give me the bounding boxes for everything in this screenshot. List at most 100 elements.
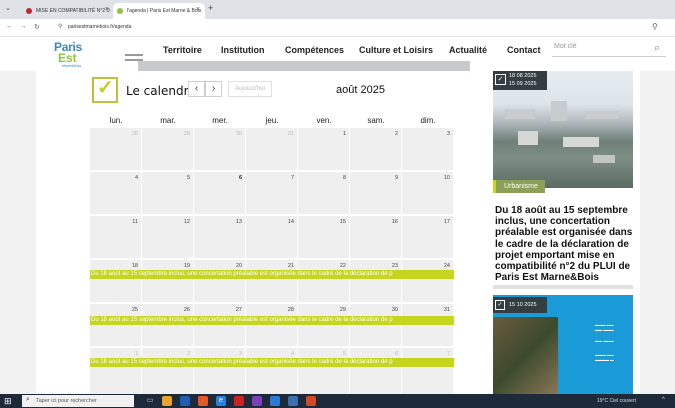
calendar-day-cell[interactable]: 29 [298, 304, 349, 346]
nav-institution[interactable]: Institution [221, 45, 265, 55]
calendar-day-cell[interactable]: 21 [246, 260, 297, 302]
calendar-day-cell[interactable]: 22 [298, 260, 349, 302]
calendar-day-cell[interactable]: 7 [402, 348, 453, 394]
calendar-grid: lun. mar. mer. jeu. ven. sam. dim. 28 29 30 31 1 2 3 4… [90, 116, 454, 394]
calendar-day-cell[interactable]: 4 [246, 348, 297, 394]
event-bar[interactable]: Du 18 août au 15 septembre inclus, une c… [90, 316, 454, 325]
calendar-check-icon: ✓ [495, 74, 506, 85]
today-button[interactable]: Aujourd'hui [228, 81, 272, 97]
calendar-day-cell[interactable]: 4 [90, 172, 141, 214]
taskbar-search-input[interactable]: ⌕ Taper ici pour rechercher [22, 395, 134, 407]
edge-icon[interactable]: e [216, 396, 226, 406]
outlook-icon[interactable] [180, 396, 190, 406]
search-input[interactable]: Mot clé ⌕ [552, 42, 666, 57]
search-placeholder: Mot clé [554, 43, 577, 50]
forward-arrow-icon[interactable]: → [20, 23, 27, 30]
calendar-day-cell[interactable]: 10 [402, 172, 453, 214]
calendar-day-cell[interactable]: 31 [246, 128, 297, 170]
site-info-icon[interactable]: ⚲ [58, 23, 62, 30]
firefox-icon[interactable] [198, 396, 208, 406]
calendar-day-cell[interactable]: 30 [194, 128, 245, 170]
calendar-day-cell[interactable]: 19 [142, 260, 193, 302]
calendar-day-cell[interactable]: 9 [350, 172, 401, 214]
powerpoint-icon[interactable] [306, 396, 316, 406]
calendar-day-cell[interactable]: 6 [350, 348, 401, 394]
nav-competences[interactable]: Compétences [285, 45, 344, 55]
calendar-day-cell[interactable]: 11 [90, 216, 141, 258]
calendar-day-cell[interactable]: 30 [350, 304, 401, 346]
search-icon[interactable]: ⌕ [654, 42, 660, 55]
calendar-day-cell[interactable]: 3 [194, 348, 245, 394]
site-logo[interactable]: Paris Est Marne&Bois [51, 40, 95, 70]
day-number: 23 [391, 263, 398, 269]
url-field[interactable]: parisestmarnebois.fr/agenda [68, 24, 131, 30]
category-tag[interactable]: Urbanisme [493, 180, 545, 193]
calendar-day-cell[interactable]: 12 [142, 216, 193, 258]
search-icon: ⌕ [26, 396, 30, 403]
calendar-day-cell[interactable]: 17 [402, 216, 453, 258]
calendar-day-cell[interactable]: 26 [142, 304, 193, 346]
back-arrow-icon[interactable]: ← [6, 23, 13, 30]
onenote-icon[interactable] [252, 396, 262, 406]
day-number: 1 [342, 131, 346, 137]
calendar-day-cell[interactable]: 27 [194, 304, 245, 346]
tab-mise-en-compatibilite[interactable]: MISE EN COMPATIBILITÉ N°2 D × [22, 3, 114, 19]
weather-status[interactable]: 19°C Ciel couvert [597, 398, 636, 404]
calendar-day-cell[interactable]: 31 [402, 304, 453, 346]
windows-start-icon[interactable]: ⊞ [4, 396, 12, 407]
file-explorer-icon[interactable] [162, 396, 172, 406]
logo-text-marne-bois: Marne&Bois [62, 64, 82, 68]
day-number: 6 [394, 351, 398, 357]
calendar-day-cell[interactable]: 29 [142, 128, 193, 170]
day-number: 27 [235, 307, 242, 313]
calendar-day-cell[interactable]: 3 [402, 128, 453, 170]
event-photo [493, 317, 558, 394]
day-number: 16 [391, 219, 398, 225]
nav-culture-loisirs[interactable]: Culture et Loisirs [359, 45, 433, 55]
calendar-day-cell[interactable]: 18 [90, 260, 141, 302]
tab-agenda[interactable]: l'agenda | Paris Est Marne & Bois × [113, 3, 205, 19]
day-number: 30 [235, 131, 242, 137]
event-bar[interactable]: Du 18 août au 15 septembre inclus, une c… [90, 270, 454, 279]
next-month-button[interactable]: › [205, 81, 222, 97]
calendar-day-cell[interactable]: 25 [90, 304, 141, 346]
event-promo-text: ▬▬▬ ▬▬ ▬▬ ▬▬▬ [595, 323, 614, 332]
calendar-day-cell[interactable]: 24 [402, 260, 453, 302]
calendar-day-cell[interactable]: 1 [298, 128, 349, 170]
calendar-day-cell[interactable]: 15 [298, 216, 349, 258]
tab-list-chevron-icon[interactable]: ⌄ [5, 4, 11, 12]
prev-month-button[interactable]: ‹ [188, 81, 205, 97]
event-bar[interactable]: Du 18 août au 15 septembre inclus, une c… [90, 358, 454, 367]
reload-icon[interactable]: ↻ [34, 23, 40, 31]
calendar-day-cell[interactable]: 7 [246, 172, 297, 214]
calendar-day-cell[interactable]: 5 [142, 172, 193, 214]
nav-territoire[interactable]: Territoire [163, 45, 202, 55]
day-number: 4 [134, 175, 138, 181]
calendar-day-cell[interactable]: 14 [246, 216, 297, 258]
zoom-search-icon[interactable]: ⚲ [652, 22, 658, 31]
calendar-day-cell[interactable]: 6 [194, 172, 245, 214]
calendar-day-cell[interactable]: 2 [142, 348, 193, 394]
close-tab-icon[interactable]: × [196, 6, 200, 13]
calendar-day-cell[interactable]: 28 [246, 304, 297, 346]
task-view-icon[interactable]: ▭ [145, 396, 155, 406]
acrobat-icon[interactable] [234, 396, 244, 406]
calendar-day-cell[interactable]: 23 [350, 260, 401, 302]
calendar-day-cell[interactable]: 5 [298, 348, 349, 394]
nav-actualite[interactable]: Actualité [449, 45, 487, 55]
calendar-day-cell[interactable]: 28 [90, 128, 141, 170]
day-number: 15 [339, 219, 346, 225]
calendar-day-cell[interactable]: 1 [90, 348, 141, 394]
close-tab-icon[interactable]: × [105, 6, 109, 13]
calendar-day-cell[interactable]: 8 [298, 172, 349, 214]
news-title-link[interactable]: Du 18 août au 15 septembre inclus, une c… [495, 205, 637, 283]
calendar-day-cell[interactable]: 2 [350, 128, 401, 170]
calendar-day-cell[interactable]: 16 [350, 216, 401, 258]
new-tab-plus-icon[interactable]: + [208, 3, 213, 13]
chrome-icon[interactable] [288, 396, 298, 406]
word-icon[interactable] [270, 396, 280, 406]
calendar-day-cell[interactable]: 20 [194, 260, 245, 302]
nav-contact[interactable]: Contact [507, 45, 541, 55]
tray-chevron-icon[interactable]: ^ [662, 397, 665, 403]
calendar-day-cell[interactable]: 13 [194, 216, 245, 258]
